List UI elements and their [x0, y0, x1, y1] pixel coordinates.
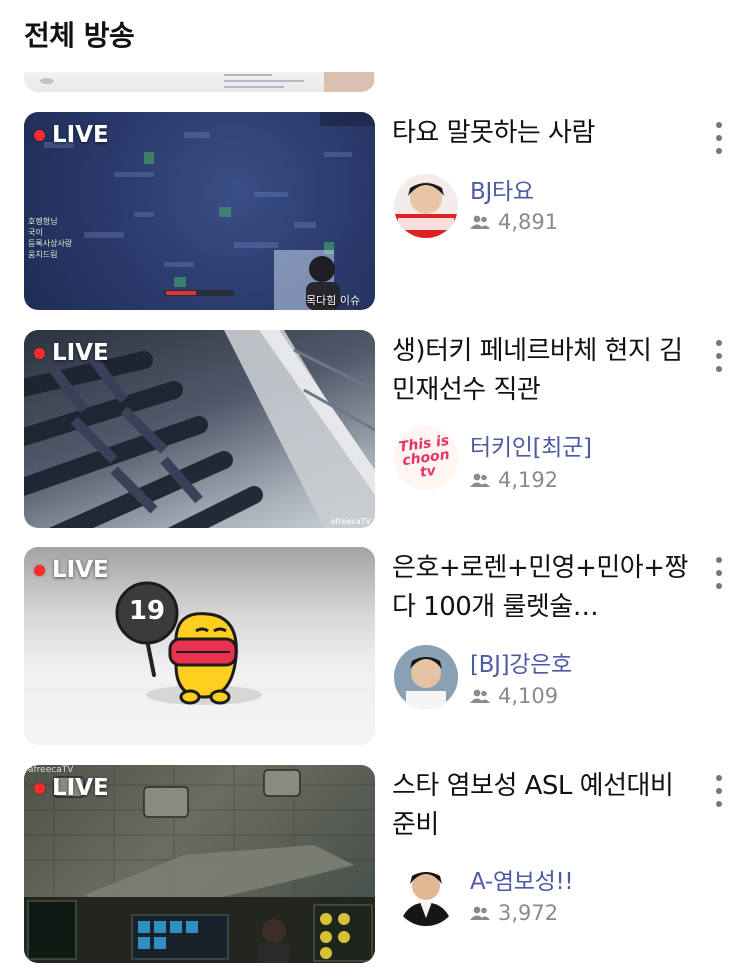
live-dot-icon	[34, 782, 45, 794]
viewer-count: 3,972	[470, 901, 558, 925]
watermark: afreecaTV	[330, 517, 371, 526]
stream-title[interactable]: 은호+로렌+민영+민아+짱다 100개 룰렛술…	[392, 549, 692, 627]
live-dot-icon	[34, 129, 45, 141]
live-dot-icon	[34, 347, 45, 359]
avatar[interactable]	[394, 862, 458, 926]
avatar[interactable]	[394, 645, 458, 709]
more-options-icon[interactable]	[706, 555, 732, 591]
stream-title[interactable]: 생)터키 페네르바체 현지 김민재선수 직관	[392, 332, 692, 410]
live-badge: LIVE	[34, 340, 109, 366]
video-caption: 목다힘 이슈	[306, 294, 361, 307]
stream-thumbnail[interactable]: afreecaTV LIVE	[24, 330, 375, 528]
age-restriction-sign: 19	[128, 596, 166, 626]
stream-card[interactable]: afreecaTV LIVE 스타 염보성 ASL 예선대비 준비 A-염보성!…	[0, 765, 750, 963]
viewer-count: 4,891	[470, 210, 558, 234]
bj-name[interactable]: [BJ]강은호	[470, 645, 572, 679]
bj-name[interactable]: A-염보성!!	[470, 862, 574, 896]
more-options-icon[interactable]	[706, 338, 732, 374]
previous-stream-thumbnail[interactable]	[24, 72, 375, 92]
bj-name[interactable]: 터키인[최군]	[470, 428, 592, 462]
viewers-icon	[470, 906, 490, 920]
viewers-icon	[470, 473, 490, 487]
more-options-icon[interactable]	[706, 773, 732, 809]
avatar[interactable]	[394, 174, 458, 238]
stream-title[interactable]: 타요 말못하는 사람	[392, 114, 692, 153]
section-title: 전체 방송	[24, 19, 135, 52]
watermark: afreecaTV	[28, 765, 74, 775]
chat-overlay: 호렝형님 국이 등록사상사랑 움치드림	[28, 217, 73, 259]
viewers-icon	[470, 215, 490, 229]
viewer-count: 4,192	[470, 468, 558, 492]
stream-thumbnail[interactable]: 19 LIVE	[24, 547, 375, 745]
stream-card[interactable]: 19 LIVE 은호+로렌+민영+민아+짱다 100개 룰렛술… [BJ]강은호…	[0, 547, 750, 745]
broadcast-list-page: 전체 방송 호렝형님 국이 등록사상사랑 움치드림 목다힘 이슈 LIVE 타요…	[0, 0, 750, 970]
live-badge: LIVE	[34, 122, 109, 148]
more-options-icon[interactable]	[706, 120, 732, 156]
viewer-count: 4,109	[470, 684, 558, 708]
stream-card[interactable]: 호렝형님 국이 등록사상사랑 움치드림 목다힘 이슈 LIVE 타요 말못하는 …	[0, 112, 750, 310]
live-badge: LIVE	[34, 557, 109, 583]
viewers-icon	[470, 689, 490, 703]
stream-thumbnail[interactable]: afreecaTV LIVE	[24, 765, 375, 963]
live-badge: LIVE	[34, 775, 109, 801]
live-dot-icon	[34, 564, 45, 576]
stream-thumbnail[interactable]: 호렝형님 국이 등록사상사랑 움치드림 목다힘 이슈 LIVE	[24, 112, 375, 310]
stream-title[interactable]: 스타 염보성 ASL 예선대비 준비	[392, 767, 692, 845]
stream-card[interactable]: afreecaTV LIVE 생)터키 페네르바체 현지 김민재선수 직관 Th…	[0, 330, 750, 528]
avatar[interactable]: This is choon tv	[394, 426, 458, 490]
bj-name[interactable]: BJ타요	[470, 172, 534, 206]
